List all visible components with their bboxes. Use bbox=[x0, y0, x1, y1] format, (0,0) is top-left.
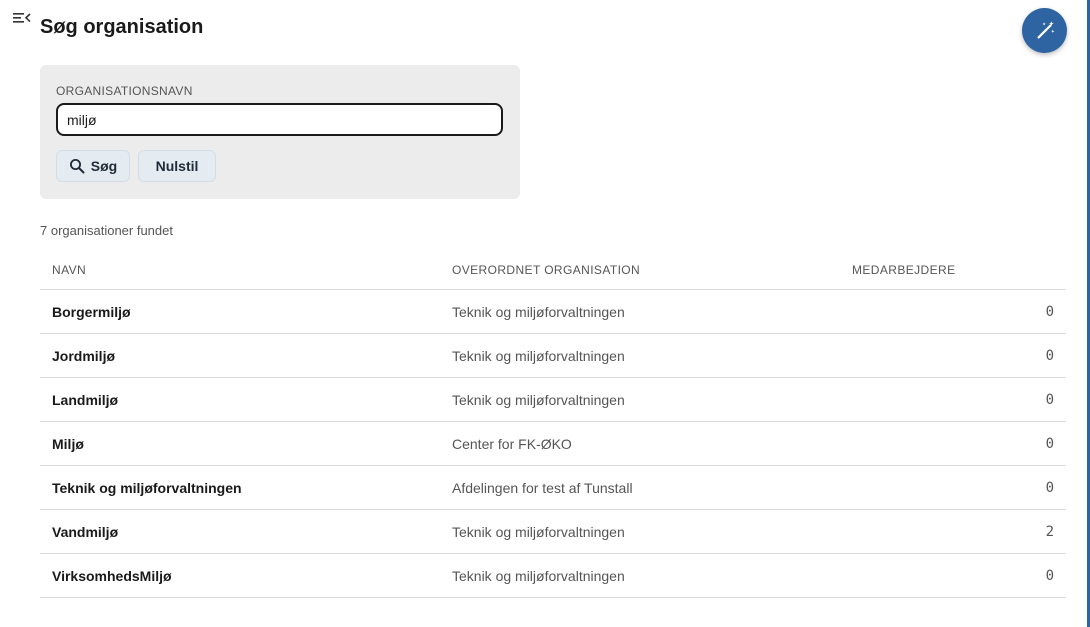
search-icon bbox=[69, 159, 85, 174]
organisation-name[interactable]: VirksomhedsMiljø bbox=[40, 553, 440, 598]
magic-wand-button[interactable] bbox=[1022, 8, 1067, 53]
employee-count: 0 bbox=[840, 377, 1066, 422]
employee-count: 0 bbox=[840, 465, 1066, 510]
table-row[interactable]: Jordmiljø Teknik og miljøforvaltningen 0 bbox=[40, 333, 1066, 378]
parent-organisation: Teknik og miljøforvaltningen bbox=[440, 553, 840, 598]
table-row[interactable]: Teknik og miljøforvaltningen Afdelingen … bbox=[40, 465, 1066, 510]
search-button[interactable]: Søg bbox=[56, 150, 130, 182]
organisation-name-input[interactable] bbox=[56, 103, 503, 136]
search-panel: ORGANISATIONSNAVN Søg Nulstil bbox=[40, 65, 520, 199]
menu-collapse-icon[interactable] bbox=[13, 10, 31, 26]
reset-button-label: Nulstil bbox=[155, 158, 199, 174]
parent-organisation: Teknik og miljøforvaltningen bbox=[440, 289, 840, 334]
parent-organisation: Teknik og miljøforvaltningen bbox=[440, 377, 840, 422]
column-header-employees: MEDARBEJDERE bbox=[840, 250, 1066, 290]
table-row[interactable]: Landmiljø Teknik og miljøforvaltningen 0 bbox=[40, 377, 1066, 422]
employee-count: 0 bbox=[840, 289, 1066, 334]
table-row[interactable]: VirksomhedsMiljø Teknik og miljøforvaltn… bbox=[40, 553, 1066, 598]
table-header-row: NAVN OVERORDNET ORGANISATION MEDARBEJDER… bbox=[40, 250, 1066, 290]
column-header-parent: OVERORDNET ORGANISATION bbox=[440, 250, 840, 290]
organisation-name[interactable]: Teknik og miljøforvaltningen bbox=[40, 465, 440, 510]
table-row[interactable]: Borgermiljø Teknik og miljøforvaltningen… bbox=[40, 289, 1066, 334]
table-row[interactable]: Vandmiljø Teknik og miljøforvaltningen 2 bbox=[40, 509, 1066, 554]
employee-count: 0 bbox=[840, 553, 1066, 598]
results-count: 7 organisationer fundet bbox=[40, 223, 173, 238]
results-table: NAVN OVERORDNET ORGANISATION MEDARBEJDER… bbox=[40, 250, 1066, 598]
search-button-label: Søg bbox=[90, 158, 118, 174]
employee-count: 0 bbox=[840, 333, 1066, 378]
organisation-name-label: ORGANISATIONSNAVN bbox=[56, 84, 193, 98]
employee-count: 2 bbox=[840, 509, 1066, 554]
parent-organisation: Afdelingen for test af Tunstall bbox=[440, 465, 840, 510]
magic-wand-icon bbox=[1036, 20, 1054, 39]
reset-button[interactable]: Nulstil bbox=[138, 150, 216, 182]
organisation-name[interactable]: Jordmiljø bbox=[40, 333, 440, 378]
column-header-name: NAVN bbox=[40, 250, 440, 290]
employee-count: 0 bbox=[840, 421, 1066, 466]
parent-organisation: Teknik og miljøforvaltningen bbox=[440, 509, 840, 554]
table-row[interactable]: Miljø Center for FK-ØKO 0 bbox=[40, 421, 1066, 466]
organisation-name[interactable]: Vandmiljø bbox=[40, 509, 440, 554]
parent-organisation: Teknik og miljøforvaltningen bbox=[440, 333, 840, 378]
organisation-name[interactable]: Landmiljø bbox=[40, 377, 440, 422]
parent-organisation: Center for FK-ØKO bbox=[440, 421, 840, 466]
organisation-name[interactable]: Miljø bbox=[40, 421, 440, 466]
page-title: Søg organisation bbox=[40, 16, 204, 38]
organisation-name[interactable]: Borgermiljø bbox=[40, 289, 440, 334]
